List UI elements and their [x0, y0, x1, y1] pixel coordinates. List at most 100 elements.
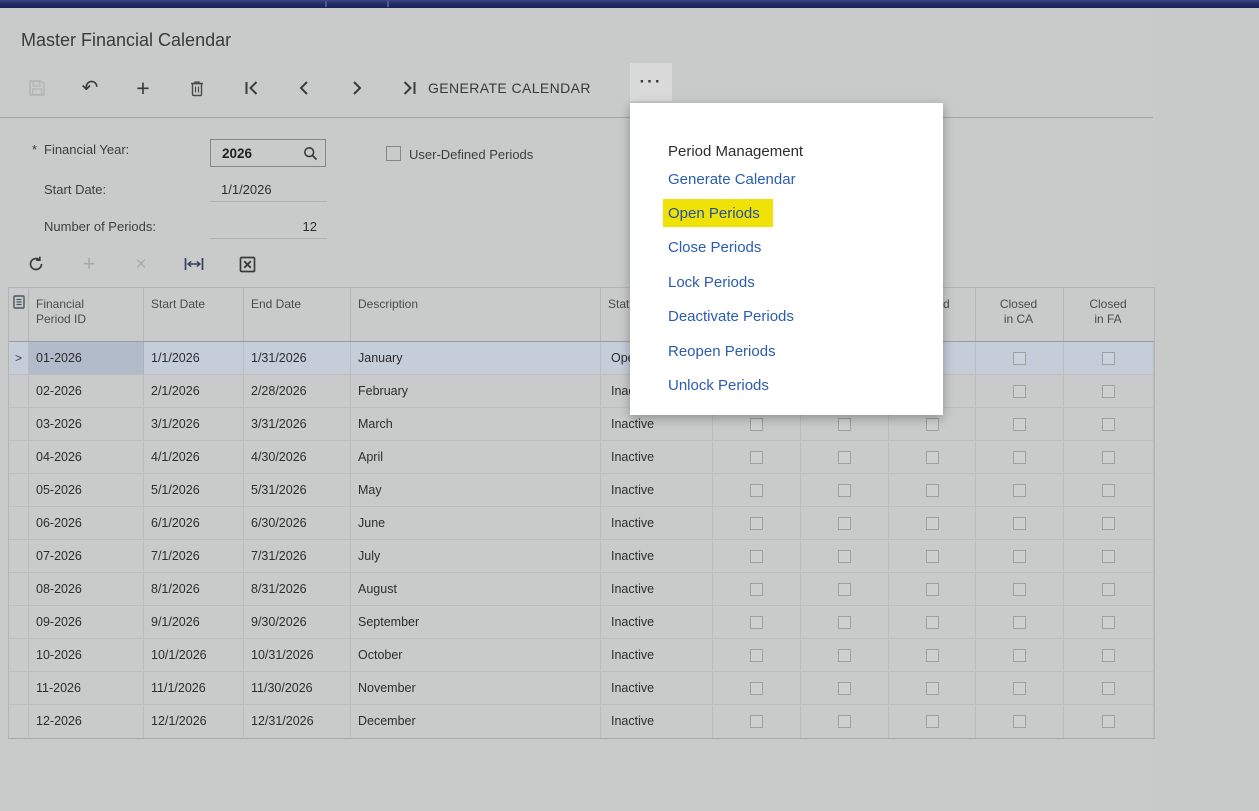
checkbox-fa-unchecked[interactable]: [1102, 517, 1115, 530]
cell-end_date[interactable]: 4/30/2026: [244, 441, 351, 473]
checkbox-ca-unchecked[interactable]: [1013, 385, 1026, 398]
cell-in_[interactable]: [889, 705, 976, 738]
cell-start_date[interactable]: 11/1/2026: [144, 672, 244, 704]
checkbox-in_-unchecked[interactable]: [926, 418, 939, 431]
checkbox-ap-unchecked[interactable]: [750, 583, 763, 596]
cell-ar[interactable]: [801, 474, 889, 506]
table-row-07-2026[interactable]: 07-20267/1/20267/31/2026JulyInactive: [9, 540, 1154, 573]
cell-ar[interactable]: [801, 540, 889, 572]
cell-ap[interactable]: [713, 639, 801, 671]
cell-description[interactable]: March: [351, 408, 601, 440]
delete-button[interactable]: [183, 74, 211, 102]
checkbox-in_-unchecked[interactable]: [926, 517, 939, 530]
more-actions-button[interactable]: ···: [630, 63, 672, 101]
refresh-button[interactable]: [23, 251, 49, 277]
menu-item-reopen-periods[interactable]: Reopen Periods: [668, 343, 776, 360]
checkbox-ca-unchecked[interactable]: [1013, 550, 1026, 563]
cell-ca[interactable]: [976, 408, 1064, 440]
table-row-11-2026[interactable]: 11-202611/1/202611/30/2026NovemberInacti…: [9, 672, 1154, 705]
cell-start_date[interactable]: 3/1/2026: [144, 408, 244, 440]
cell-fa[interactable]: [1064, 375, 1154, 407]
column-header-period_id[interactable]: Financial Period ID: [29, 288, 144, 341]
checkbox-ar-unchecked[interactable]: [838, 517, 851, 530]
checkbox-in_-unchecked[interactable]: [926, 682, 939, 695]
cell-end_date[interactable]: 2/28/2026: [244, 375, 351, 407]
cell-fa[interactable]: [1064, 705, 1154, 738]
financial-year-input[interactable]: 2026: [210, 139, 326, 167]
cell-ca[interactable]: [976, 441, 1064, 473]
cell-in_[interactable]: [889, 474, 976, 506]
checkbox-in_-unchecked[interactable]: [926, 616, 939, 629]
cell-ca[interactable]: [976, 573, 1064, 605]
cell-period_id[interactable]: 09-2026: [29, 606, 144, 638]
cell-start_date[interactable]: 10/1/2026: [144, 639, 244, 671]
checkbox-fa-unchecked[interactable]: [1102, 583, 1115, 596]
cell-start_date[interactable]: 1/1/2026: [144, 342, 244, 374]
cell-ar[interactable]: [801, 606, 889, 638]
cell-ap[interactable]: [713, 573, 801, 605]
go-next-button[interactable]: [343, 74, 371, 102]
cell-fa[interactable]: [1064, 342, 1154, 374]
cell-end_date[interactable]: 5/31/2026: [244, 474, 351, 506]
checkbox-ar-unchecked[interactable]: [838, 550, 851, 563]
cell-ca[interactable]: [976, 375, 1064, 407]
cell-ca[interactable]: [976, 639, 1064, 671]
checkbox-in_-unchecked[interactable]: [926, 451, 939, 464]
checkbox-ap-unchecked[interactable]: [750, 484, 763, 497]
checkbox-fa-unchecked[interactable]: [1102, 682, 1115, 695]
cell-start_date[interactable]: 2/1/2026: [144, 375, 244, 407]
cell-ap[interactable]: [713, 441, 801, 473]
cell-status[interactable]: Inactive: [601, 573, 713, 605]
cell-period_id[interactable]: 03-2026: [29, 408, 144, 440]
checkbox-ap-unchecked[interactable]: [750, 649, 763, 662]
add-row-button[interactable]: +: [76, 251, 102, 277]
cell-end_date[interactable]: 12/31/2026: [244, 705, 351, 738]
cell-ar[interactable]: [801, 441, 889, 473]
checkbox-ca-unchecked[interactable]: [1013, 715, 1026, 728]
cell-fa[interactable]: [1064, 639, 1154, 671]
checkbox-ap-unchecked[interactable]: [750, 451, 763, 464]
cell-period_id[interactable]: 02-2026: [29, 375, 144, 407]
checkbox-ca-unchecked[interactable]: [1013, 583, 1026, 596]
cell-ap[interactable]: [713, 705, 801, 738]
fit-width-button[interactable]: [181, 251, 207, 277]
add-button[interactable]: +: [129, 74, 157, 102]
cell-ca[interactable]: [976, 474, 1064, 506]
go-last-button[interactable]: [395, 74, 423, 102]
cell-fa[interactable]: [1064, 507, 1154, 539]
cell-period_id[interactable]: 04-2026: [29, 441, 144, 473]
cell-period_id[interactable]: 06-2026: [29, 507, 144, 539]
cell-status[interactable]: Inactive: [601, 639, 713, 671]
cell-ap[interactable]: [713, 474, 801, 506]
cell-period_id[interactable]: 08-2026: [29, 573, 144, 605]
row-selector-cell[interactable]: [9, 441, 29, 473]
cell-end_date[interactable]: 6/30/2026: [244, 507, 351, 539]
checkbox-ap-unchecked[interactable]: [750, 682, 763, 695]
cell-in_[interactable]: [889, 573, 976, 605]
row-selector-cell[interactable]: [9, 507, 29, 539]
cell-ap[interactable]: [713, 507, 801, 539]
checkbox-ca-unchecked[interactable]: [1013, 451, 1026, 464]
table-row-06-2026[interactable]: 06-20266/1/20266/30/2026JuneInactive: [9, 507, 1154, 540]
checkbox-ca-unchecked[interactable]: [1013, 418, 1026, 431]
cell-description[interactable]: October: [351, 639, 601, 671]
checkbox-ar-unchecked[interactable]: [838, 583, 851, 596]
cell-period_id[interactable]: 05-2026: [29, 474, 144, 506]
table-row-08-2026[interactable]: 08-20268/1/20268/31/2026AugustInactive: [9, 573, 1154, 606]
cell-start_date[interactable]: 9/1/2026: [144, 606, 244, 638]
cell-status[interactable]: Inactive: [601, 705, 713, 738]
cell-fa[interactable]: [1064, 606, 1154, 638]
table-row-01-2026[interactable]: >01-20261/1/20261/31/2026JanuaryOpen: [9, 342, 1154, 375]
cell-period_id[interactable]: 12-2026: [29, 705, 144, 738]
cell-description[interactable]: December: [351, 705, 601, 738]
cell-end_date[interactable]: 11/30/2026: [244, 672, 351, 704]
checkbox-ap-unchecked[interactable]: [750, 418, 763, 431]
cell-fa[interactable]: [1064, 474, 1154, 506]
cell-description[interactable]: February: [351, 375, 601, 407]
row-selector-cell[interactable]: [9, 606, 29, 638]
export-excel-button[interactable]: [234, 251, 260, 277]
row-selector-cell[interactable]: [9, 573, 29, 605]
checkbox-ar-unchecked[interactable]: [838, 715, 851, 728]
row-selector-cell[interactable]: [9, 474, 29, 506]
delete-row-button[interactable]: ×: [128, 251, 154, 277]
